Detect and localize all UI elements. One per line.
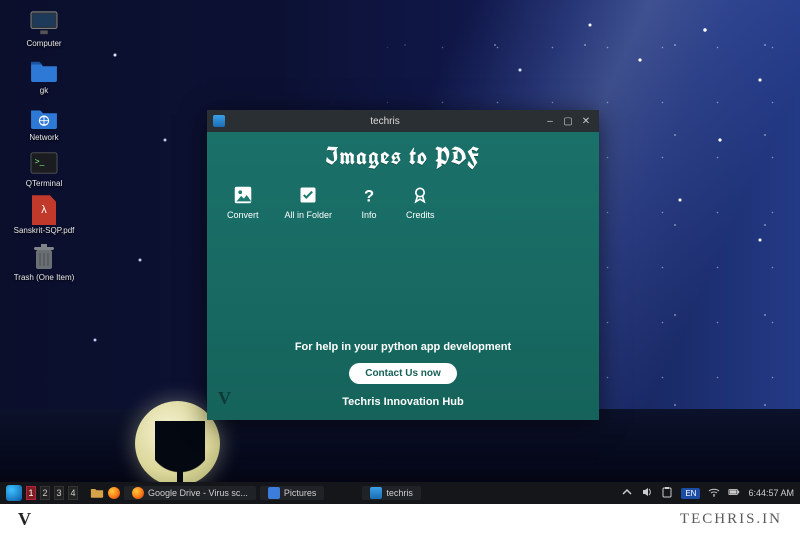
task-label: Pictures [284, 488, 317, 498]
folder-icon [27, 55, 61, 85]
app-window: techris – ▢ ✕ Images to PDF Convert All … [207, 110, 599, 420]
question-icon: ? [358, 184, 380, 206]
desktop-icon-label: QTerminal [26, 180, 62, 189]
language-indicator[interactable]: EN [681, 488, 700, 499]
svg-text:>_: >_ [35, 156, 45, 166]
workspace-3[interactable]: 3 [54, 486, 64, 500]
file-manager-launcher[interactable] [90, 485, 104, 501]
desktop-icon-label: Sanskrit-SQP.pdf [14, 227, 75, 236]
info-button[interactable]: ? Info [358, 184, 380, 220]
badge-icon [409, 184, 431, 206]
toolbar-label: Credits [406, 210, 435, 220]
tray-up-icon[interactable] [621, 486, 633, 500]
task-label: Google Drive - Virus sc... [148, 488, 248, 498]
folder-small-icon [268, 487, 280, 499]
desktop-icon-label: Trash (One Item) [14, 274, 75, 283]
footer-logo: V [18, 509, 31, 530]
page-footer: V TECHRIS.IN [0, 504, 800, 534]
terminal-icon: >_ [27, 148, 61, 178]
app-heading: Images to PDF [326, 140, 480, 172]
desktop-icon-network[interactable]: Network [10, 102, 78, 143]
clipboard-icon[interactable] [661, 486, 673, 500]
desktop-icon-label: gk [40, 87, 48, 96]
app-small-icon [370, 487, 382, 499]
network-folder-icon [27, 102, 61, 132]
volume-icon[interactable] [641, 486, 653, 500]
desktop-icon-sanskrit-pdf[interactable]: Sanskrit-SQP.pdf [10, 195, 78, 236]
checkbox-icon [297, 184, 319, 206]
toolbar-label: Info [362, 210, 377, 220]
credits-button[interactable]: Credits [406, 184, 435, 220]
all-in-folder-button[interactable]: All in Folder [285, 184, 333, 220]
computer-icon [27, 8, 61, 38]
toolbar-label: All in Folder [285, 210, 333, 220]
image-icon [232, 184, 254, 206]
convert-button[interactable]: Convert [227, 184, 259, 220]
app-corner-logo: V [218, 388, 231, 409]
desktop-icon-gk[interactable]: gk [10, 55, 78, 96]
trash-icon [27, 242, 61, 272]
clock[interactable]: 6:44:57 AM [748, 488, 794, 498]
contact-button[interactable]: Contact Us now [349, 363, 457, 384]
workspace-2[interactable]: 2 [40, 486, 50, 500]
desktop-icon-label: Network [29, 134, 58, 143]
firefox-icon [132, 487, 144, 499]
bottom-panel: 1 2 3 4 Google Drive - Virus sc... Pictu… [0, 482, 800, 504]
task-pictures[interactable]: Pictures [260, 486, 325, 500]
svg-text:?: ? [364, 187, 374, 205]
workspace-1[interactable]: 1 [26, 486, 36, 500]
desktop-icons-column: Computer gk Network >_ QTerminal Sanskri… [10, 8, 78, 283]
app-menu-button[interactable] [6, 485, 22, 501]
task-firefox[interactable]: Google Drive - Virus sc... [124, 486, 256, 500]
desktop-icon-computer[interactable]: Computer [10, 8, 78, 49]
help-text: For help in your python app development [295, 341, 511, 353]
workspace-4[interactable]: 4 [68, 486, 78, 500]
window-title: techris [231, 116, 539, 127]
pdf-icon [27, 195, 61, 225]
wifi-icon[interactable] [708, 486, 720, 500]
maximize-button[interactable]: ▢ [561, 114, 575, 128]
firefox-launcher[interactable] [108, 487, 120, 499]
app-body: Images to PDF Convert All in Folder ? In… [207, 132, 599, 420]
battery-icon[interactable] [728, 486, 740, 500]
close-button[interactable]: ✕ [579, 114, 593, 128]
wallpaper-tree [155, 421, 205, 486]
desktop-icon-qterminal[interactable]: >_ QTerminal [10, 148, 78, 189]
app-toolbar: Convert All in Folder ? Info Credits [227, 184, 435, 220]
toolbar-label: Convert [227, 210, 259, 220]
desktop-icon-trash[interactable]: Trash (One Item) [10, 242, 78, 283]
task-techris[interactable]: techris [362, 486, 421, 500]
app-icon [213, 115, 225, 127]
system-tray: EN 6:44:57 AM [621, 486, 794, 500]
hub-label: Techris Innovation Hub [342, 396, 463, 408]
desktop-icon-label: Computer [26, 40, 61, 49]
titlebar[interactable]: techris – ▢ ✕ [207, 110, 599, 132]
task-label: techris [386, 488, 413, 498]
minimize-button[interactable]: – [543, 114, 557, 128]
footer-brand: TECHRIS.IN [680, 511, 782, 528]
